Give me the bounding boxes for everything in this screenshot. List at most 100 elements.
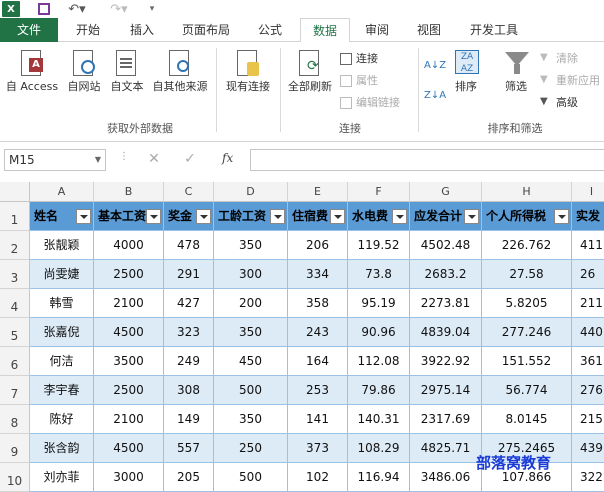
table-cell[interactable]: 4839.04	[410, 318, 482, 347]
table-cell[interactable]: 3500	[94, 347, 164, 376]
connections-button[interactable]: 连接	[338, 50, 378, 68]
table-header-cell[interactable]: 住宿费	[288, 202, 348, 231]
table-cell[interactable]: 141	[288, 405, 348, 434]
table-cell[interactable]: 308	[164, 376, 214, 405]
clear-filter-button[interactable]: ▼ 清除	[538, 50, 578, 68]
table-cell[interactable]: 3922.92	[410, 347, 482, 376]
tab-developer[interactable]: 开发工具	[458, 18, 530, 42]
table-cell[interactable]: 4500	[94, 318, 164, 347]
table-cell[interactable]: 250	[214, 434, 288, 463]
table-cell[interactable]: 刘亦菲	[30, 463, 94, 492]
row-header[interactable]: 8	[0, 405, 30, 434]
table-cell[interactable]: 4825.71	[410, 434, 482, 463]
table-cell[interactable]: 2500	[94, 260, 164, 289]
filter-dropdown-icon[interactable]	[196, 209, 211, 224]
save-icon[interactable]	[36, 1, 52, 17]
table-cell[interactable]: 3000	[94, 463, 164, 492]
row-header[interactable]: 10	[0, 463, 30, 492]
table-cell[interactable]: 112.08	[348, 347, 410, 376]
table-cell[interactable]: 276	[572, 376, 604, 405]
table-cell[interactable]: 358	[288, 289, 348, 318]
edit-links-button[interactable]: 编辑链接	[338, 94, 400, 112]
filter-dropdown-icon[interactable]	[392, 209, 407, 224]
tab-home[interactable]: 开始	[64, 18, 112, 42]
table-cell[interactable]: 350	[214, 405, 288, 434]
table-cell[interactable]: 73.8	[348, 260, 410, 289]
table-cell[interactable]: 张嘉倪	[30, 318, 94, 347]
table-cell[interactable]: 108.29	[348, 434, 410, 463]
from-access-button[interactable]: A 自 Access	[4, 48, 60, 94]
table-cell[interactable]: 119.52	[348, 231, 410, 260]
table-cell[interactable]: 206	[288, 231, 348, 260]
formula-input[interactable]	[250, 149, 604, 171]
filter-dropdown-icon[interactable]	[76, 209, 91, 224]
table-cell[interactable]: 2683.2	[410, 260, 482, 289]
table-cell[interactable]: 350	[214, 231, 288, 260]
table-cell[interactable]: 322	[572, 463, 604, 492]
table-cell[interactable]: 张含韵	[30, 434, 94, 463]
name-box[interactable]: M15 ▼	[4, 149, 106, 171]
undo-icon[interactable]: ↶▾	[66, 1, 88, 17]
column-header[interactable]: G	[410, 182, 482, 202]
table-cell[interactable]: 243	[288, 318, 348, 347]
table-cell[interactable]: 411	[572, 231, 604, 260]
row-header[interactable]: 1	[0, 202, 30, 231]
table-cell[interactable]: 5.8205	[482, 289, 572, 318]
table-cell[interactable]: 440	[572, 318, 604, 347]
insert-function-icon[interactable]: fx	[222, 151, 233, 165]
customize-qat-icon[interactable]: ▾	[146, 1, 158, 17]
column-header[interactable]: B	[94, 182, 164, 202]
tab-data[interactable]: 数据	[300, 18, 350, 43]
tab-insert[interactable]: 插入	[118, 18, 166, 42]
table-cell[interactable]: 27.58	[482, 260, 572, 289]
refresh-all-button[interactable]: ⟳ 全部刷新	[284, 48, 336, 94]
table-cell[interactable]: 2317.69	[410, 405, 482, 434]
column-header[interactable]: A	[30, 182, 94, 202]
table-cell[interactable]: 140.31	[348, 405, 410, 434]
table-cell[interactable]: 2100	[94, 289, 164, 318]
table-cell[interactable]: 350	[214, 318, 288, 347]
table-cell[interactable]: 500	[214, 463, 288, 492]
table-cell[interactable]: 450	[214, 347, 288, 376]
table-cell[interactable]: 300	[214, 260, 288, 289]
table-cell[interactable]: 478	[164, 231, 214, 260]
table-cell[interactable]: 373	[288, 434, 348, 463]
filter-dropdown-icon[interactable]	[330, 209, 345, 224]
table-cell[interactable]: 291	[164, 260, 214, 289]
table-cell[interactable]: 3486.06	[410, 463, 482, 492]
column-header[interactable]: E	[288, 182, 348, 202]
table-cell[interactable]: 215	[572, 405, 604, 434]
table-cell[interactable]: 361	[572, 347, 604, 376]
table-cell[interactable]: 334	[288, 260, 348, 289]
table-cell[interactable]: 427	[164, 289, 214, 318]
table-cell[interactable]: 4502.48	[410, 231, 482, 260]
table-header-cell[interactable]: 工龄工资	[214, 202, 288, 231]
tab-view[interactable]: 视图	[406, 18, 452, 42]
table-cell[interactable]: 4000	[94, 231, 164, 260]
filter-dropdown-icon[interactable]	[554, 209, 569, 224]
table-cell[interactable]: 200	[214, 289, 288, 318]
table-header-cell[interactable]: 姓名	[30, 202, 94, 231]
table-cell[interactable]: 557	[164, 434, 214, 463]
table-cell[interactable]: 211	[572, 289, 604, 318]
tab-review[interactable]: 审阅	[354, 18, 400, 42]
from-other-sources-button[interactable]: 自其他来源	[148, 48, 212, 94]
from-text-button[interactable]: 自文本	[106, 48, 148, 94]
table-cell[interactable]: 277.246	[482, 318, 572, 347]
table-cell[interactable]: 8.0145	[482, 405, 572, 434]
table-header-cell[interactable]: 水电费	[348, 202, 410, 231]
table-cell[interactable]: 151.552	[482, 347, 572, 376]
table-header-cell[interactable]: 奖金	[164, 202, 214, 231]
table-cell[interactable]: 陈好	[30, 405, 94, 434]
filter-dropdown-icon[interactable]	[270, 209, 285, 224]
row-header[interactable]: 3	[0, 260, 30, 289]
table-cell[interactable]: 尚雯婕	[30, 260, 94, 289]
filter-button[interactable]: 筛选	[498, 48, 534, 94]
worksheet-grid[interactable]: ABCDEFGHI 1 2 3 4 5 6 7 8 9 10 姓名 基本工资 奖金 工龄工资 住宿费 水电费…	[0, 182, 604, 492]
table-cell[interactable]: 253	[288, 376, 348, 405]
column-header[interactable]: I	[572, 182, 604, 202]
table-cell[interactable]: 79.86	[348, 376, 410, 405]
table-cell[interactable]: 2273.81	[410, 289, 482, 318]
table-header-cell[interactable]: 应发合计	[410, 202, 482, 231]
table-cell[interactable]: 323	[164, 318, 214, 347]
